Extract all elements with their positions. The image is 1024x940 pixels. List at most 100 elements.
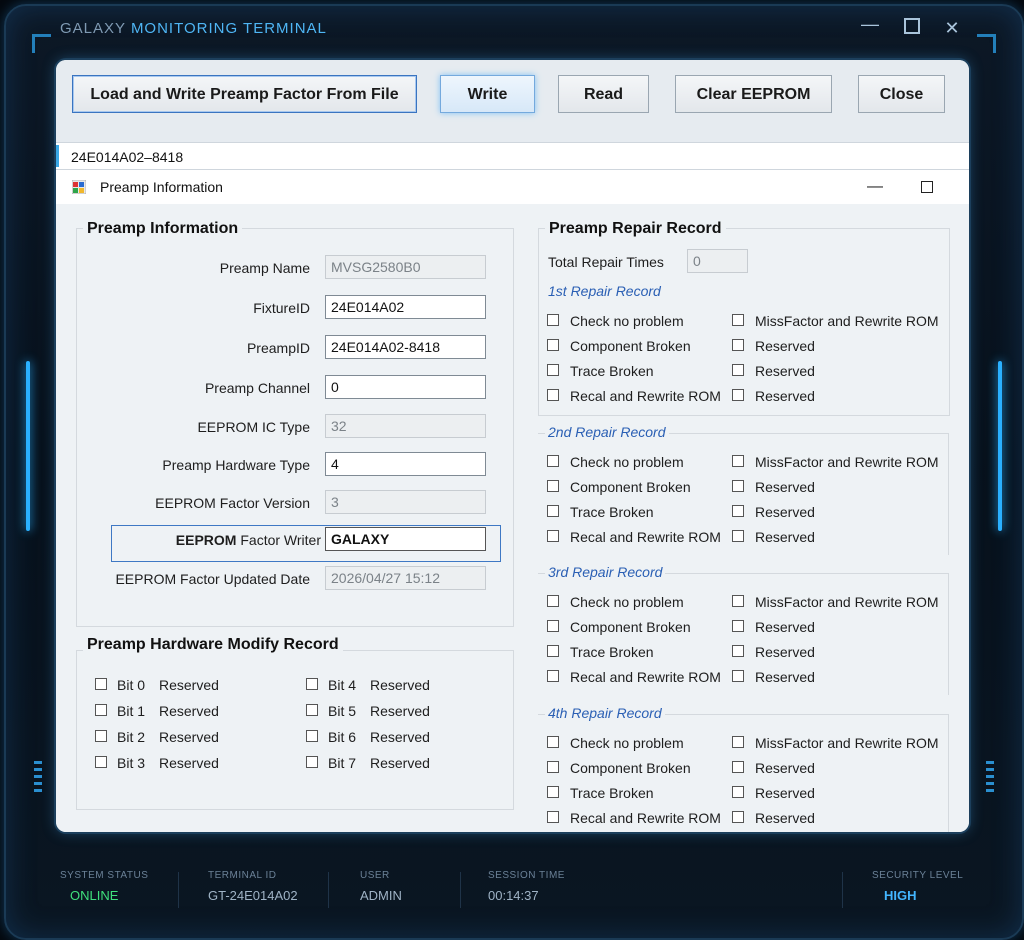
checkbox[interactable]: [732, 786, 744, 798]
checkbox[interactable]: [547, 364, 559, 376]
repair-left-checkbox[interactable]: Check no problem: [547, 312, 727, 330]
repair-right-checkbox[interactable]: Reserved: [732, 478, 942, 496]
checkbox[interactable]: [547, 786, 559, 798]
close-button[interactable]: Close: [858, 75, 945, 113]
repair-right-checkbox[interactable]: MissFactor and Rewrite ROM: [732, 734, 942, 752]
repair-right-checkbox[interactable]: Reserved: [732, 668, 942, 686]
checkbox[interactable]: [732, 364, 744, 376]
bit-checkbox-row[interactable]: Bit 0 Reserved: [95, 676, 285, 694]
subwindow-maximize-button[interactable]: [921, 181, 933, 193]
bit-checkbox-row[interactable]: Bit 3 Reserved: [95, 754, 285, 772]
bit-checkbox-row[interactable]: Bit 6 Reserved: [306, 728, 496, 746]
checkbox[interactable]: [732, 811, 744, 823]
checkbox[interactable]: [732, 595, 744, 607]
checkbox[interactable]: [732, 455, 744, 467]
checkbox[interactable]: [306, 756, 318, 768]
repair-left-checkbox[interactable]: Trace Broken: [547, 362, 727, 380]
repair-left-checkbox[interactable]: Recal and Rewrite ROM: [547, 668, 727, 686]
write-button[interactable]: Write: [440, 75, 535, 113]
bit-checkbox-row[interactable]: Bit 1 Reserved: [95, 702, 285, 720]
minimize-button[interactable]: —: [858, 14, 882, 35]
checkbox[interactable]: [732, 620, 744, 632]
repair-left-checkbox[interactable]: Recal and Rewrite ROM: [547, 387, 727, 405]
field-input[interactable]: 32: [325, 414, 486, 438]
checkbox[interactable]: [732, 314, 744, 326]
checkbox[interactable]: [732, 505, 744, 517]
bit-checkbox-row[interactable]: Bit 2 Reserved: [95, 728, 285, 746]
checkbox[interactable]: [547, 595, 559, 607]
checkbox[interactable]: [95, 704, 107, 716]
read-button[interactable]: Read: [558, 75, 649, 113]
repair-left-checkbox[interactable]: Recal and Rewrite ROM: [547, 809, 727, 827]
repair-left-checkbox[interactable]: Check no problem: [547, 593, 727, 611]
checkbox[interactable]: [306, 730, 318, 742]
repair-right-checkbox[interactable]: MissFactor and Rewrite ROM: [732, 312, 942, 330]
checkbox[interactable]: [732, 389, 744, 401]
repair-right-checkbox[interactable]: Reserved: [732, 387, 942, 405]
checkbox[interactable]: [732, 761, 744, 773]
checkbox[interactable]: [547, 736, 559, 748]
checkbox[interactable]: [95, 678, 107, 690]
repair-left-checkbox[interactable]: Component Broken: [547, 478, 727, 496]
checkbox[interactable]: [95, 730, 107, 742]
repair-right-checkbox[interactable]: MissFactor and Rewrite ROM: [732, 453, 942, 471]
checkbox[interactable]: [547, 811, 559, 823]
repair-left-checkbox[interactable]: Component Broken: [547, 618, 727, 636]
checkbox[interactable]: [547, 339, 559, 351]
checkbox[interactable]: [547, 389, 559, 401]
repair-left-checkbox[interactable]: Component Broken: [547, 337, 727, 355]
field-input[interactable]: 0: [325, 375, 486, 399]
repair-left-checkbox[interactable]: Trace Broken: [547, 503, 727, 521]
load-write-factor-button[interactable]: Load and Write Preamp Factor From File: [72, 75, 417, 113]
repair-left-checkbox[interactable]: Recal and Rewrite ROM: [547, 528, 727, 546]
field-input[interactable]: 4: [325, 452, 486, 476]
checkbox[interactable]: [547, 455, 559, 467]
checkbox[interactable]: [547, 761, 559, 773]
repair-left-checkbox[interactable]: Component Broken: [547, 759, 727, 777]
field-input[interactable]: 2026/04/27 15:12: [325, 566, 486, 590]
repair-right-checkbox[interactable]: Reserved: [732, 362, 942, 380]
repair-right-checkbox[interactable]: Reserved: [732, 618, 942, 636]
repair-right-checkbox[interactable]: Reserved: [732, 784, 942, 802]
field-input[interactable]: 3: [325, 490, 486, 514]
total-repair-field[interactable]: 0: [687, 249, 748, 273]
repair-right-checkbox[interactable]: Reserved: [732, 503, 942, 521]
bit-checkbox-row[interactable]: Bit 7 Reserved: [306, 754, 496, 772]
bit-checkbox-row[interactable]: Bit 4 Reserved: [306, 676, 496, 694]
field-input[interactable]: 24E014A02-8418: [325, 335, 486, 359]
checkbox[interactable]: [732, 670, 744, 682]
checkbox[interactable]: [547, 314, 559, 326]
checkbox[interactable]: [732, 339, 744, 351]
checkbox[interactable]: [732, 645, 744, 657]
checkbox[interactable]: [547, 530, 559, 542]
repair-right-checkbox[interactable]: Reserved: [732, 643, 942, 661]
field-input[interactable]: MVSG2580B0: [325, 255, 486, 279]
serial-tab[interactable]: 24E014A02–8418: [56, 142, 969, 170]
checkbox[interactable]: [306, 678, 318, 690]
repair-right-checkbox[interactable]: Reserved: [732, 337, 942, 355]
checkbox[interactable]: [732, 530, 744, 542]
bit-checkbox-row[interactable]: Bit 5 Reserved: [306, 702, 496, 720]
checkbox[interactable]: [547, 620, 559, 632]
checkbox[interactable]: [732, 480, 744, 492]
repair-right-checkbox[interactable]: Reserved: [732, 759, 942, 777]
subwindow-minimize-button[interactable]: —: [867, 170, 883, 204]
checkbox[interactable]: [306, 704, 318, 716]
close-window-button[interactable]: ✕: [940, 18, 964, 39]
repair-left-checkbox[interactable]: Check no problem: [547, 734, 727, 752]
repair-left-checkbox[interactable]: Trace Broken: [547, 643, 727, 661]
repair-right-checkbox[interactable]: Reserved: [732, 809, 942, 827]
maximize-button[interactable]: [900, 18, 924, 39]
checkbox[interactable]: [732, 736, 744, 748]
repair-left-checkbox[interactable]: Trace Broken: [547, 784, 727, 802]
repair-left-checkbox[interactable]: Check no problem: [547, 453, 727, 471]
repair-right-checkbox[interactable]: Reserved: [732, 528, 942, 546]
clear-eeprom-button[interactable]: Clear EEPROM: [675, 75, 832, 113]
checkbox[interactable]: [547, 480, 559, 492]
checkbox[interactable]: [547, 670, 559, 682]
field-input[interactable]: 24E014A02: [325, 295, 486, 319]
checkbox[interactable]: [95, 756, 107, 768]
checkbox[interactable]: [547, 645, 559, 657]
checkbox[interactable]: [547, 505, 559, 517]
repair-right-checkbox[interactable]: MissFactor and Rewrite ROM: [732, 593, 942, 611]
